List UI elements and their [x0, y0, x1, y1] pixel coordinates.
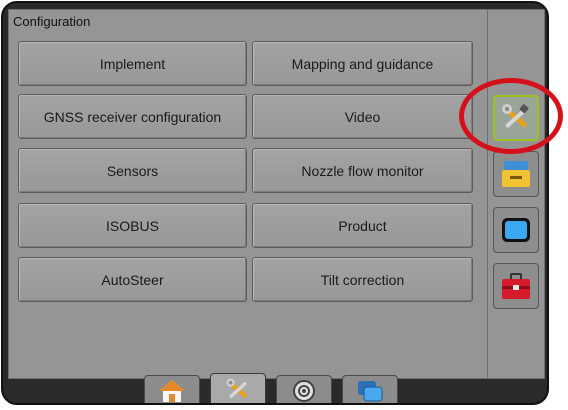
video-button[interactable]: Video	[252, 94, 473, 139]
device-frame: Configuration Implement Mapping and guid…	[1, 1, 549, 405]
bottom-tab-configuration[interactable]	[210, 373, 266, 403]
side-tab-display[interactable]	[493, 207, 539, 253]
screens-icon	[355, 378, 385, 403]
home-icon	[157, 378, 187, 403]
toolbox-icon	[499, 269, 533, 303]
autosteer-button[interactable]: AutoSteer	[18, 257, 247, 302]
nozzle-flow-monitor-button[interactable]: Nozzle flow monitor	[252, 148, 473, 193]
configuration-panel: Configuration Implement Mapping and guid…	[8, 9, 488, 379]
mapping-and-guidance-button[interactable]: Mapping and guidance	[252, 41, 473, 86]
gnss-receiver-configuration-button[interactable]: GNSS receiver configuration	[18, 94, 247, 139]
bottom-tab-operation[interactable]	[276, 375, 332, 403]
bottom-tab-home[interactable]	[144, 375, 200, 403]
panel-title: Configuration	[13, 14, 91, 29]
tools-icon	[223, 376, 253, 403]
product-button[interactable]: Product	[252, 203, 473, 248]
side-tab-console[interactable]	[493, 151, 539, 197]
sensors-button[interactable]: Sensors	[18, 148, 247, 193]
console-icon	[499, 157, 533, 191]
tools-icon	[499, 101, 533, 135]
isobus-button[interactable]: ISOBUS	[18, 203, 247, 248]
side-tab-configuration[interactable]	[493, 95, 539, 141]
gauge-icon	[291, 378, 317, 403]
tilt-correction-button[interactable]: Tilt correction	[252, 257, 473, 302]
implement-button[interactable]: Implement	[18, 41, 247, 86]
side-tab-toolbox[interactable]	[493, 263, 539, 309]
bottom-tab-screens[interactable]	[342, 375, 398, 403]
display-icon	[499, 213, 533, 247]
